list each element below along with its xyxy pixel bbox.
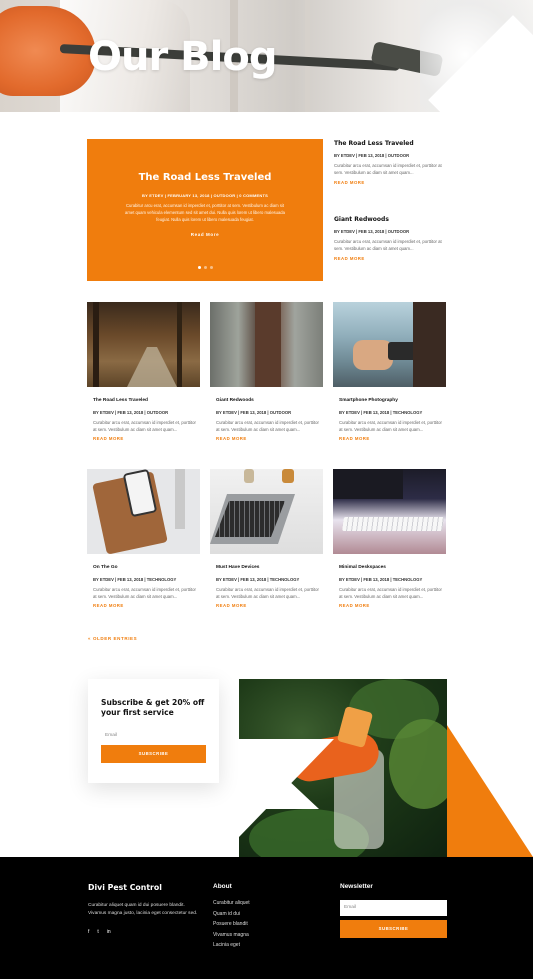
slider-dots[interactable]	[87, 266, 323, 269]
footer-brand-name: Divi Pest Control	[88, 883, 162, 892]
post-meta: BY ETDEV | FEB 13, 2018 | TECHNOLOGY	[93, 577, 177, 582]
subscribe-heading: Subscribe & get 20% off your first servi…	[101, 698, 205, 717]
post-excerpt: Curabitur arcu erat, accumsan id imperdi…	[216, 587, 319, 599]
post-image-forest-road[interactable]	[87, 302, 200, 387]
post-card: Must Have Devices BY ETDEV | FEB 13, 201…	[210, 469, 323, 608]
post-image-redwoods[interactable]	[210, 302, 323, 387]
post-title[interactable]: The Road Less Traveled	[93, 398, 200, 403]
post-card: The Road Less Traveled BY ETDEV | FEB 13…	[87, 302, 200, 441]
post-meta: BY ETDEV | FEB 13, 2018 | TECHNOLOGY	[339, 410, 423, 415]
post-meta: BY ETDEV | FEB 13, 2018 | TECHNOLOGY	[216, 577, 300, 582]
side-post-excerpt: Curabitur arcu erat, accumsan id imperdi…	[334, 163, 442, 175]
featured-post-excerpt: Curabitur arcu erat, accumsan id imperdi…	[125, 203, 285, 223]
post-meta: BY ETDEV | FEB 13, 2018 | TECHNOLOGY	[339, 577, 423, 582]
post-title[interactable]: Must Have Devices	[216, 565, 323, 570]
post-excerpt: Curabitur arcu erat, accumsan id imperdi…	[216, 420, 319, 432]
footer-about-heading: About	[213, 883, 232, 890]
footer-newsletter-heading: Newsletter	[340, 883, 373, 890]
post-title[interactable]: Giant Redwoods	[216, 398, 323, 403]
side-post-read-more[interactable]: READ MORE	[334, 256, 449, 261]
post-title[interactable]: On The Go	[93, 565, 200, 570]
newsletter-subscribe-button[interactable]: SUBSCRIBE	[340, 920, 447, 938]
post-excerpt: Curabitur arcu erat, accumsan id imperdi…	[339, 420, 442, 432]
featured-read-more-link[interactable]: Read More	[105, 232, 305, 237]
post-excerpt: Curabitur arcu erat, accumsan id imperdi…	[93, 420, 196, 432]
footer-about-links: Curabitur aliquet Quam id dui Posuere bl…	[213, 898, 250, 951]
footer-brand-column: Divi Pest Control Curabitur aliquet quam…	[88, 883, 200, 935]
slider-dot[interactable]	[203, 266, 207, 269]
post-card: On The Go BY ETDEV | FEB 13, 2018 | TECH…	[87, 469, 200, 608]
read-more-link[interactable]: READ MORE	[216, 603, 323, 608]
older-entries-link[interactable]: « OLDER ENTRIES	[88, 636, 137, 641]
read-more-link[interactable]: READ MORE	[339, 436, 446, 441]
site-footer: Divi Pest Control Curabitur aliquet quam…	[0, 857, 533, 979]
slider-dot[interactable]	[209, 266, 213, 269]
post-image-phone-wallet[interactable]	[87, 469, 200, 554]
featured-post-title[interactable]: The Road Less Traveled	[105, 172, 305, 183]
side-post-title[interactable]: The Road Less Traveled	[334, 140, 449, 147]
footer-brand-text: Curabitur aliquet quam id dui posuere bl…	[88, 903, 198, 917]
side-post-meta: BY ETDEV | FEB 13, 2018 | OUTDOOR	[334, 229, 410, 234]
side-post: The Road Less Traveled BY ETDEV | FEB 13…	[334, 140, 449, 185]
page-title: Our Blog	[88, 34, 277, 80]
read-more-link[interactable]: READ MORE	[93, 436, 200, 441]
side-post-excerpt: Curabitur arcu erat, accumsan id imperdi…	[334, 239, 442, 251]
post-title[interactable]: Smartphone Photography	[339, 398, 446, 403]
slider-dot[interactable]	[197, 266, 201, 269]
footer-link[interactable]: Posuere blandit	[213, 919, 250, 930]
post-meta: BY ETDEV | FEB 13, 2018 | OUTDOOR	[216, 410, 292, 415]
post-image-keyboard[interactable]	[333, 469, 446, 554]
social-links: f t in	[88, 929, 200, 935]
post-excerpt: Curabitur arcu erat, accumsan id imperdi…	[93, 587, 196, 599]
read-more-link[interactable]: READ MORE	[93, 603, 200, 608]
linkedin-icon[interactable]: in	[107, 929, 111, 935]
subscribe-button[interactable]: SUBSCRIBE	[101, 745, 206, 763]
promo-image-sprayer	[239, 679, 447, 858]
post-title[interactable]: Minimal Deskspaces	[339, 565, 446, 570]
decorative-orange-triangle	[445, 722, 533, 857]
footer-link[interactable]: Quam id dui	[213, 909, 250, 920]
post-card: Giant Redwoods BY ETDEV | FEB 13, 2018 |…	[210, 302, 323, 441]
side-post-meta: BY ETDEV | FEB 13, 2018 | OUTDOOR	[334, 153, 410, 158]
footer-link[interactable]: Vivamus magna	[213, 930, 250, 941]
post-excerpt: Curabitur arcu erat, accumsan id imperdi…	[339, 587, 442, 599]
post-image-laptop[interactable]	[210, 469, 323, 554]
footer-newsletter-column: Newsletter Email SUBSCRIBE	[340, 883, 447, 938]
footer-about-column: About Curabitur aliquet Quam id dui Posu…	[213, 883, 250, 951]
twitter-icon[interactable]: t	[97, 929, 98, 935]
featured-post-meta: BY ETDEV | FEBRUARY 13, 2018 | OUTDOOR |…	[142, 193, 268, 198]
side-post-read-more[interactable]: READ MORE	[334, 180, 449, 185]
read-more-link[interactable]: READ MORE	[216, 436, 323, 441]
subscribe-card: Subscribe & get 20% off your first servi…	[88, 679, 219, 783]
facebook-icon[interactable]: f	[88, 929, 89, 935]
newsletter-email-field[interactable]: Email	[340, 900, 447, 916]
side-post: Giant Redwoods BY ETDEV | FEB 13, 2018 |…	[334, 216, 449, 261]
read-more-link[interactable]: READ MORE	[339, 603, 446, 608]
post-meta: BY ETDEV | FEB 13, 2018 | OUTDOOR	[93, 410, 169, 415]
hero-banner: Our Blog	[0, 0, 533, 112]
subscribe-email-field[interactable]: Email	[101, 728, 206, 743]
post-card: Minimal Deskspaces BY ETDEV | FEB 13, 20…	[333, 469, 446, 608]
side-post-title[interactable]: Giant Redwoods	[334, 216, 449, 223]
featured-post-slider[interactable]: The Road Less Traveled BY ETDEV | FEBRUA…	[87, 139, 323, 281]
post-card: Smartphone Photography BY ETDEV | FEB 13…	[333, 302, 446, 441]
footer-link[interactable]: Curabitur aliquet	[213, 898, 250, 909]
post-image-phone-photo[interactable]	[333, 302, 446, 387]
footer-link[interactable]: Lacinia eget	[213, 940, 250, 951]
plant-leaves	[389, 719, 447, 809]
